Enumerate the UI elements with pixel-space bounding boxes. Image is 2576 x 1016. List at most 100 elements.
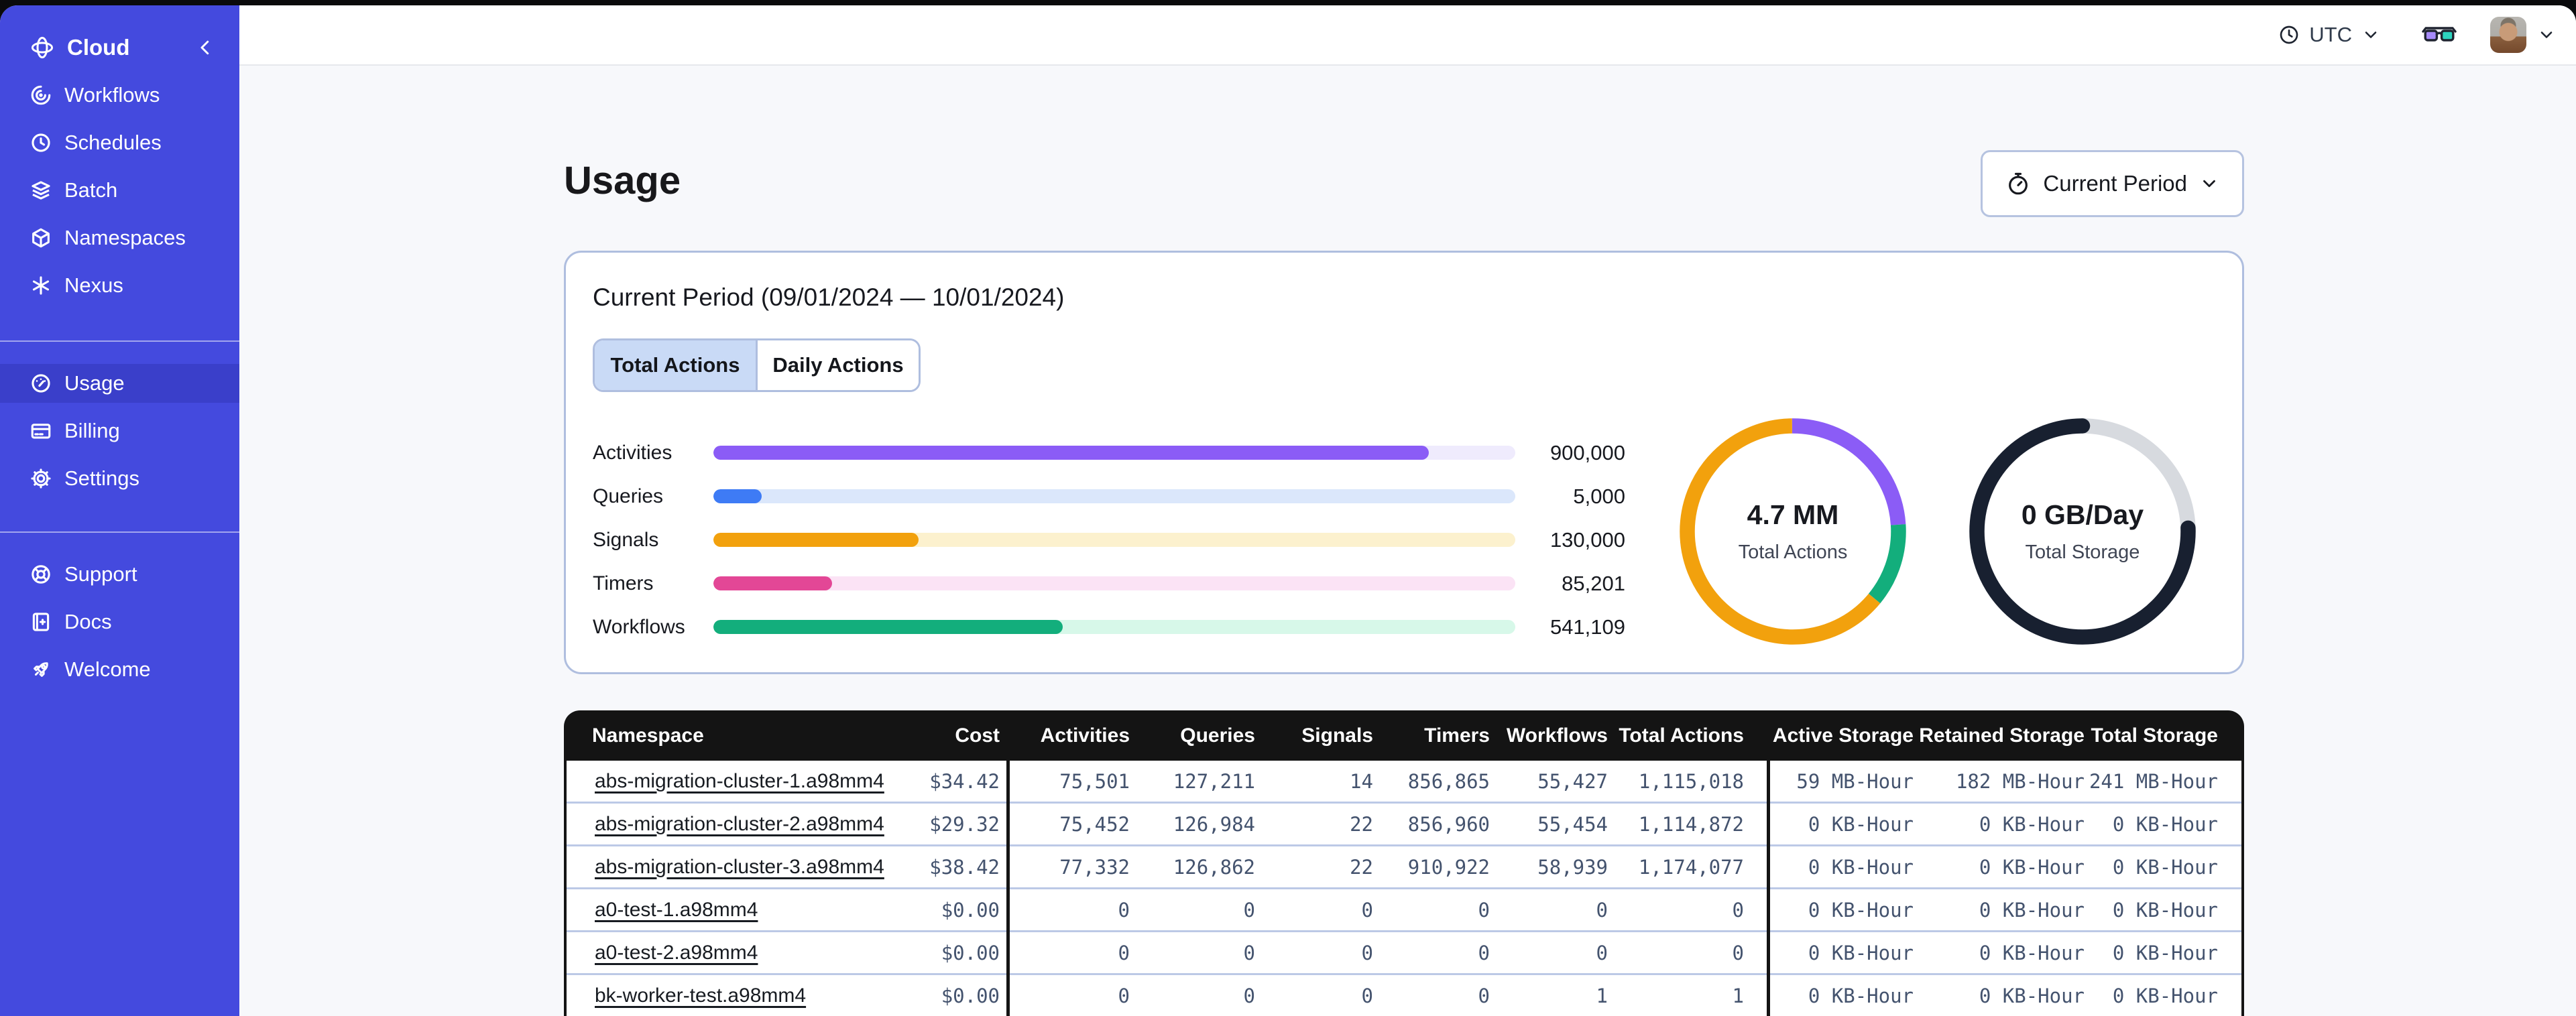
table-row: abs-migration-cluster-2.a98mm4 $29.32 75…: [567, 804, 2241, 846]
queries-cell: 126,862: [1173, 855, 1255, 879]
sidebar-item-label: Schedules: [64, 131, 162, 154]
sidebar-item-settings[interactable]: Settings: [0, 459, 239, 498]
timezone-selector[interactable]: UTC: [2278, 23, 2380, 47]
sidebar-item-label: Support: [64, 562, 137, 586]
namespace-link[interactable]: abs-migration-cluster-2.a98mm4: [595, 813, 884, 835]
activities-cell: 0: [1118, 898, 1130, 922]
bar-row-timers: Timers 85,201: [593, 562, 1639, 605]
bar-fill: [713, 446, 1429, 460]
activities-cell: 0: [1118, 984, 1130, 1007]
namespace-link[interactable]: abs-migration-cluster-1.a98mm4: [595, 770, 884, 792]
bar-label: Signals: [593, 528, 659, 551]
cost-cell: $34.42: [929, 769, 1000, 793]
table-row: a0-test-2.a98mm4 $0.00 0 0 0 0 0 0 0 KB-…: [567, 932, 2241, 975]
col-header-signals: Signals: [1301, 724, 1373, 747]
sidebar-item-batch[interactable]: Batch: [0, 171, 239, 210]
schedules-icon: [30, 131, 52, 154]
chevron-down-icon: [2361, 25, 2380, 44]
actions-tab-group: Total Actions Daily Actions: [593, 338, 921, 392]
bar-label: Queries: [593, 485, 664, 507]
bar-fill: [713, 489, 762, 503]
table-row: abs-migration-cluster-3.a98mm4 $38.42 77…: [567, 846, 2241, 889]
col-header-namespace: Namespace: [592, 724, 704, 747]
retained-storage-cell: 182 MB-Hour: [1955, 769, 2085, 793]
namespace-link[interactable]: a0-test-2.a98mm4: [595, 942, 758, 964]
timers-cell: 856,960: [1407, 812, 1490, 836]
timers-cell: 0: [1478, 984, 1490, 1007]
signals-cell: 0: [1361, 984, 1373, 1007]
sidebar-divider: [0, 340, 239, 342]
sidebar-item-welcome[interactable]: Welcome: [0, 650, 239, 689]
col-header-queries: Queries: [1180, 724, 1255, 747]
col-header-retained-storage: Retained Storage: [1919, 724, 2085, 747]
welcome-rocket-icon: [30, 658, 52, 681]
namespace-cell: abs-migration-cluster-2.a98mm4: [567, 813, 884, 836]
timers-cell: 910,922: [1407, 855, 1490, 879]
tab-daily-actions[interactable]: Daily Actions: [756, 340, 919, 390]
docs-book-icon: [30, 611, 52, 633]
settings-gear-icon: [30, 467, 52, 490]
brand-row: Cloud: [0, 27, 239, 68]
namespace-cell: abs-migration-cluster-1.a98mm4: [567, 770, 884, 793]
table-row: abs-migration-cluster-1.a98mm4 $34.42 75…: [567, 761, 2241, 804]
activities-cell: 0: [1118, 941, 1130, 964]
sidebar-group-workspace: Workflows Schedules Batch Namespaces Nex…: [0, 76, 239, 314]
col-header-workflows: Workflows: [1506, 724, 1608, 747]
period-dropdown-button[interactable]: Current Period: [1981, 150, 2244, 217]
bar-label: Activities: [593, 441, 672, 464]
chevron-down-icon: [2537, 25, 2556, 44]
glasses-toggle[interactable]: [2422, 23, 2457, 47]
timers-cell: 856,865: [1407, 769, 1490, 793]
card-title: Current Period (09/01/2024 — 10/01/2024): [593, 283, 1065, 311]
sidebar-item-namespaces[interactable]: Namespaces: [0, 218, 239, 257]
sidebar-item-label: Docs: [64, 610, 112, 633]
total-actions-cell: 1,174,077: [1638, 855, 1744, 879]
sidebar-item-docs[interactable]: Docs: [0, 602, 239, 641]
sidebar-item-billing[interactable]: Billing: [0, 411, 239, 450]
col-header-activities: Activities: [1040, 724, 1130, 747]
namespace-cell: bk-worker-test.a98mm4: [567, 985, 884, 1007]
total-storage-cell: 0 KB-Hour: [2112, 898, 2218, 922]
sidebar-item-nexus[interactable]: Nexus: [0, 266, 239, 305]
glasses-icon: [2422, 23, 2457, 47]
activities-cell: 75,501: [1059, 769, 1130, 793]
sidebar-item-support[interactable]: Support: [0, 555, 239, 594]
sidebar-item-workflows[interactable]: Workflows: [0, 76, 239, 115]
bar-fill: [713, 576, 832, 590]
total-actions-cell: 1,115,018: [1638, 769, 1744, 793]
total-storage-cell: 241 MB-Hour: [2089, 769, 2218, 793]
bar-value: 541,109: [1549, 615, 1625, 639]
namespace-link[interactable]: abs-migration-cluster-3.a98mm4: [595, 856, 884, 878]
queries-cell: 0: [1243, 941, 1255, 964]
queries-cell: 0: [1243, 898, 1255, 922]
activities-cell: 75,452: [1059, 812, 1130, 836]
actions-bar-chart: Activities 900,000 Queries 5,000 Signals: [593, 431, 1639, 649]
bar-label: Timers: [593, 572, 654, 594]
namespace-cell: abs-migration-cluster-3.a98mm4: [567, 856, 884, 879]
timers-cell: 0: [1478, 898, 1490, 922]
batch-icon: [30, 179, 52, 202]
current-period-card: Current Period (09/01/2024 — 10/01/2024)…: [564, 251, 2244, 674]
col-header-total-actions: Total Actions: [1619, 724, 1744, 747]
sidebar-group-account: Usage Billing Settings: [0, 364, 239, 507]
total-actions-value: 4.7 MM: [1747, 499, 1839, 530]
sidebar-item-usage[interactable]: Usage: [0, 364, 239, 403]
sidebar-item-label: Welcome: [64, 657, 151, 681]
queries-cell: 127,211: [1173, 769, 1255, 793]
namespace-cell: a0-test-1.a98mm4: [567, 899, 884, 922]
workflows-cell: 55,427: [1537, 769, 1608, 793]
total-storage-label: Total Storage: [2025, 542, 2140, 563]
signals-cell: 0: [1361, 898, 1373, 922]
namespace-link[interactable]: a0-test-1.a98mm4: [595, 899, 758, 921]
workflows-cell: 0: [1596, 941, 1608, 964]
namespace-usage-table: Namespace Cost Activities Queries Signal…: [564, 710, 2244, 1016]
namespace-link[interactable]: bk-worker-test.a98mm4: [595, 985, 806, 1007]
content-area: Usage Current Period Current Period (09/…: [239, 66, 2576, 1016]
sidebar-item-label: Nexus: [64, 273, 123, 297]
sidebar-collapse-icon[interactable]: [195, 38, 215, 58]
sidebar-item-schedules[interactable]: Schedules: [0, 123, 239, 162]
signals-cell: 14: [1350, 769, 1373, 793]
bar-value: 85,201: [1562, 571, 1625, 595]
tab-total-actions[interactable]: Total Actions: [595, 340, 756, 390]
account-menu[interactable]: [2490, 17, 2556, 53]
